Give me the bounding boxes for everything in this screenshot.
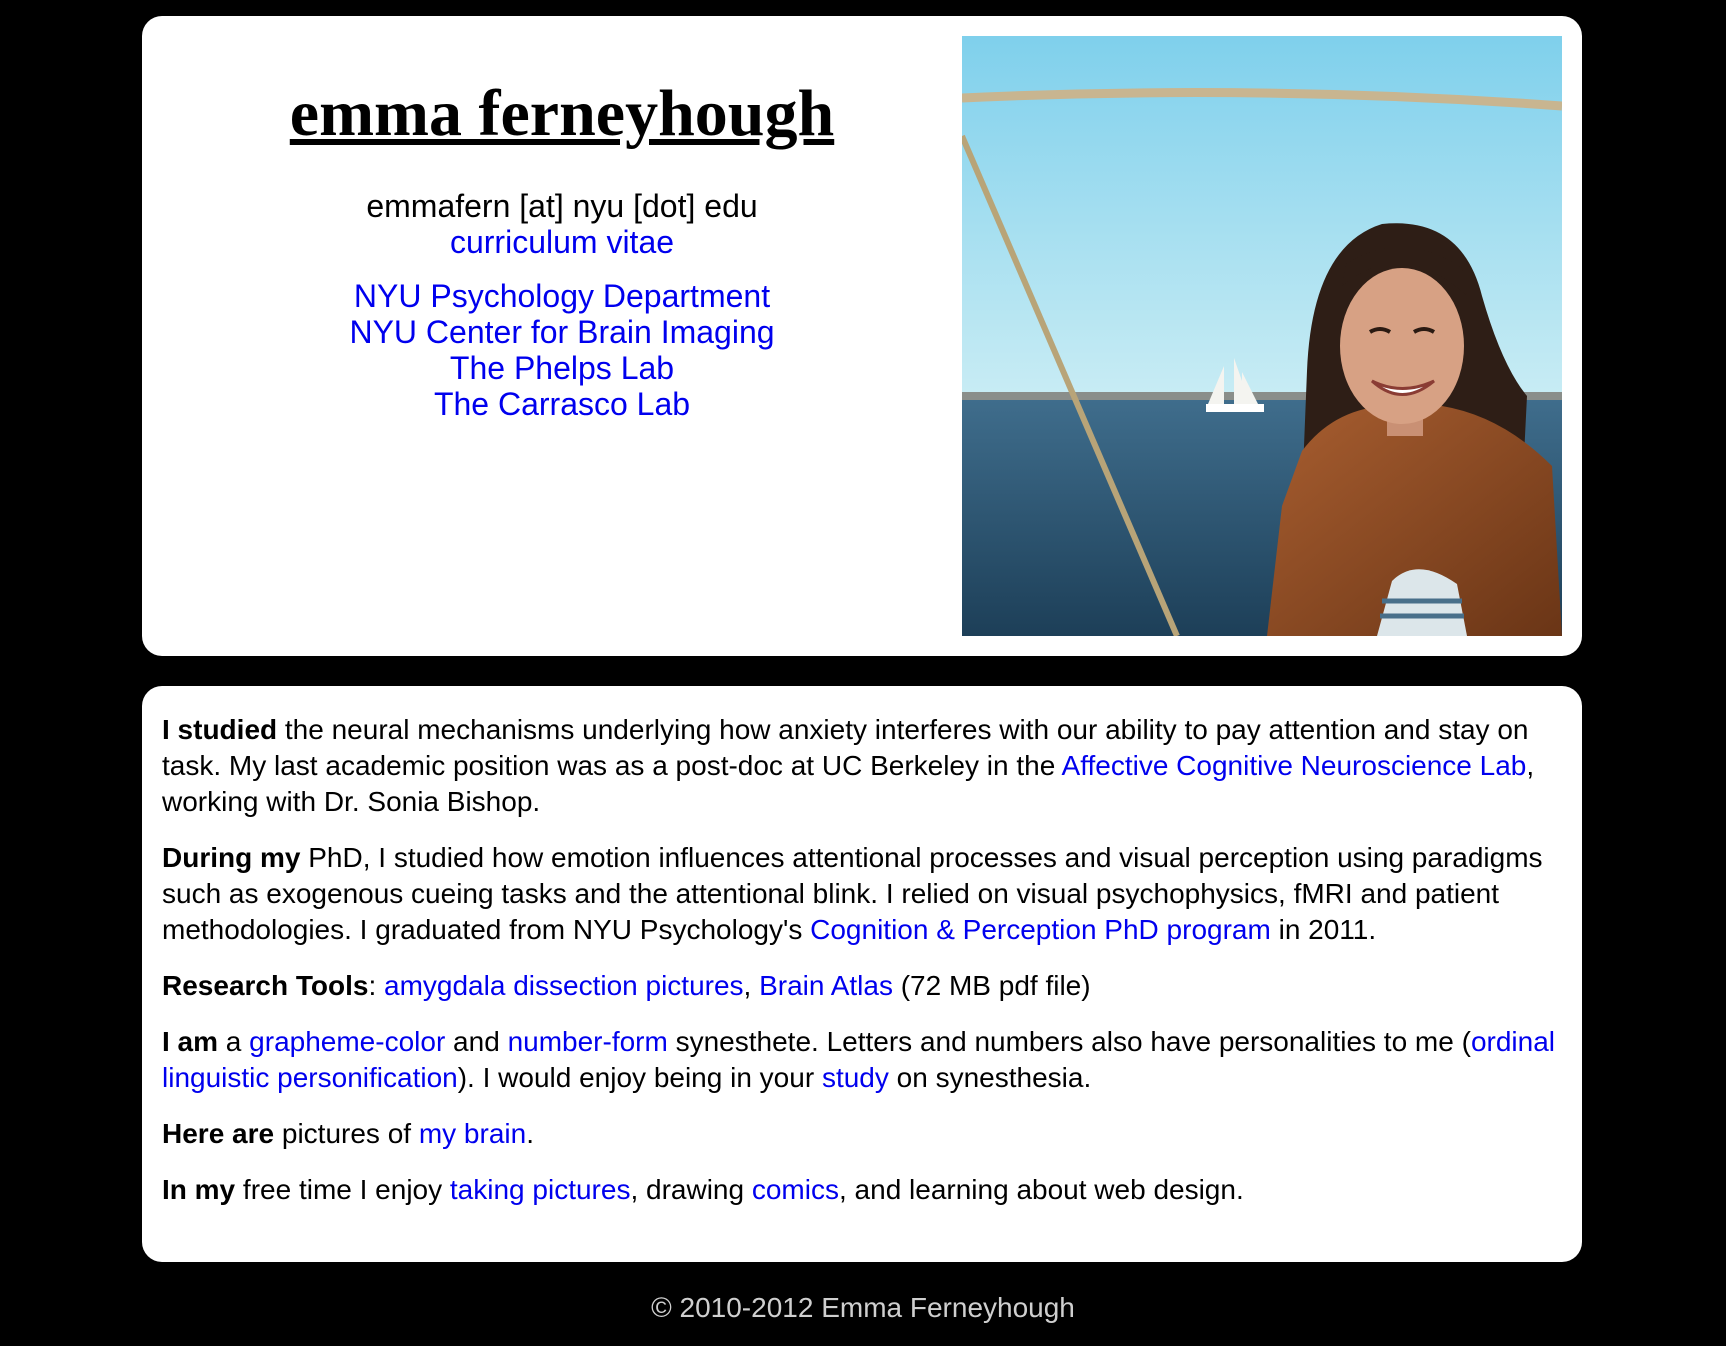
- page-title: emma ferneyhough: [289, 77, 835, 150]
- link-my-brain[interactable]: my brain: [419, 1118, 526, 1149]
- profile-photo: [962, 36, 1562, 636]
- paragraph-studied: I studied the neural mechanisms underlyi…: [162, 712, 1562, 820]
- text: , and learning about web design.: [838, 1174, 1244, 1205]
- header-panel: emma ferneyhough emmafern [at] nyu [dot]…: [142, 16, 1582, 656]
- link-phelps-lab[interactable]: The Phelps Lab: [142, 350, 982, 386]
- paragraph-synesthete: I am a grapheme-color and number-form sy…: [162, 1024, 1562, 1096]
- text: in 2011.: [1270, 914, 1377, 945]
- lead-bold: Here are: [162, 1118, 275, 1149]
- link-comics[interactable]: comics: [752, 1174, 839, 1205]
- text: on synesthesia.: [888, 1062, 1092, 1093]
- paragraph-phd: During my PhD, I studied how emotion inf…: [162, 840, 1562, 948]
- link-study[interactable]: study: [822, 1062, 889, 1093]
- about-text: I studied the neural mechanisms underlyi…: [162, 712, 1562, 1228]
- link-affective-lab[interactable]: Affective Cognitive Neuroscience Lab: [1062, 750, 1527, 781]
- lead-bold: During my: [162, 842, 301, 873]
- cv-link[interactable]: curriculum vitae: [142, 224, 982, 260]
- text: ). I would enjoy being in your: [457, 1062, 822, 1093]
- link-carrasco-lab[interactable]: The Carrasco Lab: [142, 386, 982, 422]
- link-number-form[interactable]: number-form: [508, 1026, 668, 1057]
- paragraph-free-time: In my free time I enjoy taking pictures,…: [162, 1172, 1562, 1208]
- text: pictures of: [274, 1118, 419, 1149]
- text: synesthete. Letters and numbers also hav…: [667, 1026, 1471, 1057]
- link-amygdala-pictures[interactable]: amygdala dissection pictures: [384, 970, 744, 1001]
- text: ,: [743, 970, 760, 1001]
- link-nyu-brain-imaging[interactable]: NYU Center for Brain Imaging: [142, 314, 982, 350]
- link-phd-program[interactable]: Cognition & Perception PhD program: [810, 914, 1271, 945]
- lead-bold: Research Tools: [162, 970, 369, 1001]
- contact-block: emmafern [at] nyu [dot] edu curriculum v…: [142, 188, 982, 422]
- footer-copyright: © 2010-2012 Emma Ferneyhough: [651, 1292, 1075, 1323]
- link-taking-pictures[interactable]: taking pictures: [450, 1174, 631, 1205]
- email-text: emmafern [at] nyu [dot] edu: [366, 188, 758, 224]
- text: (72 MB pdf file): [892, 970, 1091, 1001]
- lead-bold: I studied: [162, 714, 278, 745]
- link-nyu-psychology[interactable]: NYU Psychology Department: [142, 278, 982, 314]
- link-brain-atlas[interactable]: Brain Atlas: [759, 970, 893, 1001]
- paragraph-research-tools: Research Tools: amygdala dissection pict…: [162, 968, 1562, 1004]
- text: free time I enjoy: [235, 1174, 450, 1205]
- link-grapheme-color[interactable]: grapheme-color: [249, 1026, 445, 1057]
- text: and: [445, 1026, 508, 1057]
- text: .: [526, 1118, 534, 1149]
- text: , drawing: [630, 1174, 752, 1205]
- lead-bold: I am: [162, 1026, 219, 1057]
- about-panel: I studied the neural mechanisms underlyi…: [142, 686, 1582, 1262]
- text: :: [368, 970, 385, 1001]
- text: a: [218, 1026, 250, 1057]
- lead-bold: In my: [162, 1174, 236, 1205]
- paragraph-brain: Here are pictures of my brain.: [162, 1116, 1562, 1152]
